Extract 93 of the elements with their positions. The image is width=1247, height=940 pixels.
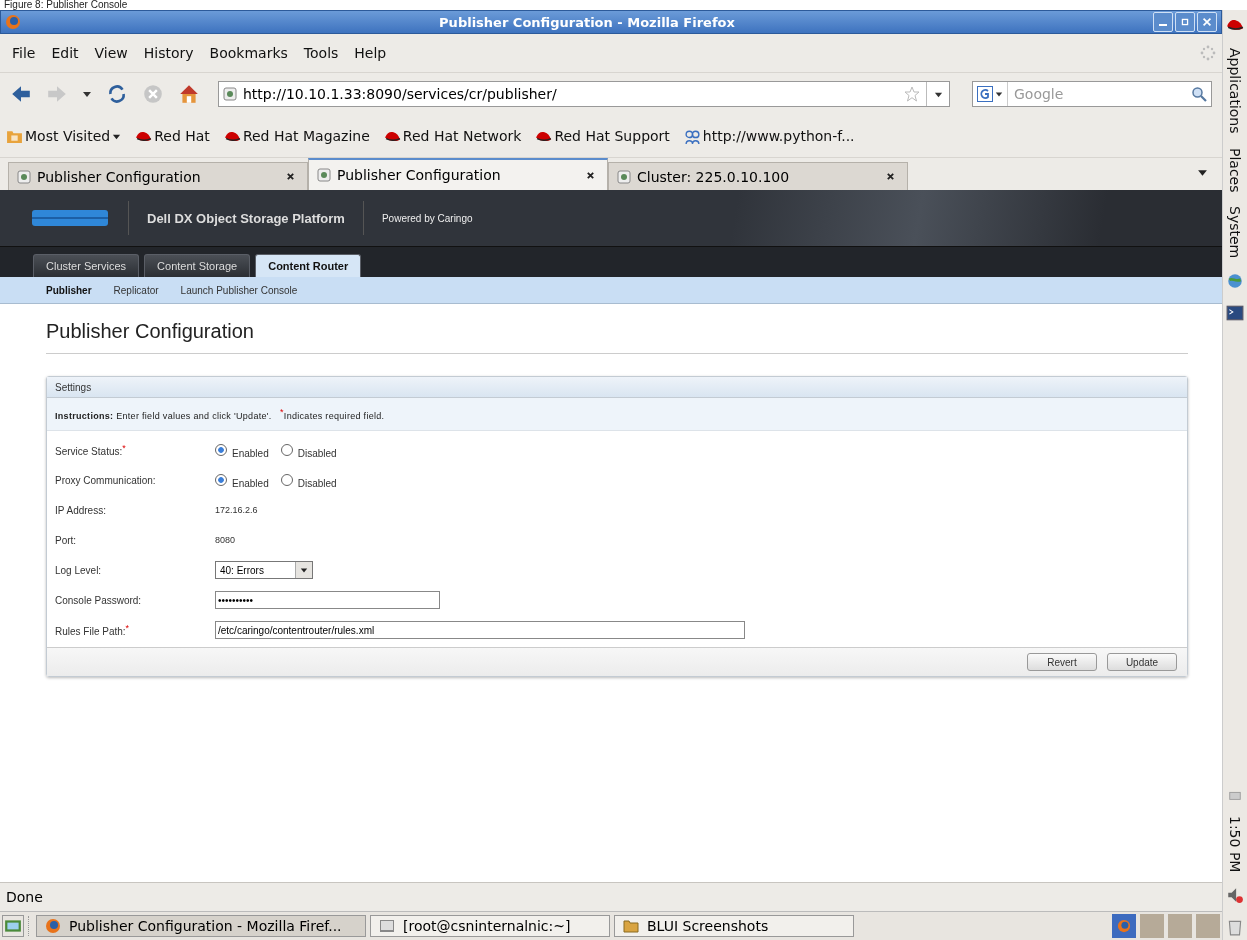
sub-nav-link[interactable]: Replicator	[113, 284, 159, 296]
menu-item[interactable]: Help	[348, 43, 393, 63]
bookmark-item[interactable]: http://www.python-f...	[679, 125, 859, 147]
workspace-switcher[interactable]	[1168, 914, 1192, 938]
password-field[interactable]: ••••••••••	[215, 591, 440, 609]
radio-option[interactable]: Disabled	[280, 471, 337, 489]
maximize-icon	[1179, 16, 1191, 28]
field-value: 8080	[215, 535, 236, 545]
workspace-switcher[interactable]	[1196, 914, 1220, 938]
minimize-button[interactable]	[1153, 12, 1173, 32]
tab-list-icon[interactable]	[1197, 167, 1208, 178]
status-text: Done	[6, 889, 43, 905]
page-icon	[223, 87, 237, 101]
volume-icon[interactable]	[1226, 886, 1244, 904]
taskbar-button[interactable]: [root@csninternalnic:~]	[370, 915, 610, 937]
powered-by: Powered by Caringo	[381, 212, 473, 224]
figure-caption: Figure 8: Publisher Console	[3, 0, 128, 10]
caret-icon	[300, 566, 308, 574]
trash-icon[interactable]	[1226, 918, 1244, 936]
throbber-icon	[1200, 45, 1216, 61]
close-icon[interactable]	[586, 170, 595, 180]
window-title: Publisher Configuration - Mozilla Firefox	[438, 14, 736, 30]
reload-icon[interactable]	[106, 83, 128, 105]
workspace-switcher[interactable]	[1140, 914, 1164, 938]
form-button[interactable]: Update	[1107, 653, 1177, 671]
radio-option[interactable]: Disabled	[280, 441, 337, 459]
search-engine-icon	[977, 86, 993, 102]
field-label: Service Status:$^{*}$	[55, 442, 127, 458]
taskbar-button[interactable]: BLUI Screenshots	[614, 915, 854, 937]
field-label: Proxy Communication:	[55, 474, 157, 486]
radio-option[interactable]: Enabled	[215, 471, 269, 489]
input-field[interactable]: /etc/caringo/contentrouter/rules.xml	[215, 621, 745, 639]
close-icon[interactable]	[286, 172, 295, 181]
bookmark-item[interactable]: Red Hat Support	[531, 125, 674, 147]
show-desktop-icon[interactable]	[2, 915, 24, 937]
panel-menu[interactable]: Applications	[1227, 48, 1243, 134]
page-icon	[317, 168, 331, 182]
radio-option[interactable]: Enabled	[215, 441, 269, 459]
nav-tab[interactable]: Content Storage	[144, 254, 251, 277]
menu-item[interactable]: Edit	[45, 43, 85, 63]
field-label: Port:	[55, 534, 78, 546]
panel-menu[interactable]: Places	[1227, 147, 1243, 193]
clock[interactable]: 1:50 PM	[1227, 815, 1243, 872]
field-label: IP Address:	[55, 504, 107, 516]
terminal-icon[interactable]	[1226, 304, 1244, 323]
bookmark-item[interactable]: Red Hat Magazine	[219, 125, 374, 147]
log-level-select[interactable]: 40: Errors	[215, 561, 313, 579]
panel-title: Settings	[55, 381, 92, 393]
minimize-icon	[1159, 23, 1167, 26]
bookmark-item[interactable]: Most Visited	[2, 125, 126, 147]
search-box[interactable]: Google	[972, 81, 1212, 107]
menu-item[interactable]: File	[6, 43, 42, 63]
menu-item[interactable]: View	[88, 43, 134, 63]
address-field[interactable]: http://10.10.1.33:8090/services/cr/publisher/	[218, 81, 950, 107]
page-icon	[617, 169, 631, 184]
nav-tab[interactable]: Content Router	[255, 254, 362, 277]
taskbar-button[interactable]: Publisher Configuration - Mozilla Firef...	[36, 915, 366, 937]
folder-icon	[623, 918, 639, 934]
caret-icon	[995, 90, 1003, 98]
firefox-icon	[5, 14, 21, 30]
dropdown-icon[interactable]	[82, 89, 92, 99]
terminal-icon	[379, 918, 395, 934]
product-name: Dell DX Object Storage Platform	[147, 210, 345, 226]
field-value: 172.16.2.6	[215, 505, 258, 515]
bookmark-item[interactable]: Red Hat Network	[379, 125, 526, 147]
page-title: Publisher Configuration	[46, 320, 1188, 354]
globe-icon[interactable]	[1226, 272, 1244, 291]
field-label: Rules File Path:$^{*}$	[55, 622, 131, 638]
close-button[interactable]	[1197, 12, 1217, 32]
sub-nav-link[interactable]: Launch Publisher Console	[180, 284, 298, 296]
browser-tab[interactable]: Publisher Configuration	[308, 158, 608, 190]
form-button[interactable]: Revert	[1027, 653, 1097, 671]
menu-item[interactable]: History	[137, 43, 200, 63]
nav-tab[interactable]: Cluster Services	[33, 254, 140, 277]
firefox-icon	[1117, 919, 1131, 933]
field-label: Console Password:	[55, 594, 143, 606]
firefox-icon	[45, 918, 61, 934]
panel-menu[interactable]: System	[1227, 206, 1243, 259]
browser-tab[interactable]: Cluster: 225.0.10.100	[608, 162, 908, 190]
menu-item[interactable]: Tools	[297, 43, 345, 63]
close-icon[interactable]	[886, 172, 895, 181]
menu-item[interactable]: Bookmarks	[203, 43, 294, 63]
field-label: Log Level:	[55, 564, 103, 576]
sub-nav-link[interactable]: Publisher	[46, 284, 92, 296]
star-icon[interactable]	[904, 86, 920, 102]
home-icon[interactable]	[178, 83, 200, 105]
bookmark-item[interactable]: Red Hat	[131, 125, 214, 147]
close-icon	[1201, 16, 1213, 28]
page-icon	[17, 169, 31, 184]
browser-tab[interactable]: Publisher Configuration	[8, 162, 308, 190]
maximize-button[interactable]	[1175, 12, 1195, 32]
workspace-switcher[interactable]	[1112, 914, 1136, 938]
search-icon[interactable]	[1191, 86, 1207, 102]
